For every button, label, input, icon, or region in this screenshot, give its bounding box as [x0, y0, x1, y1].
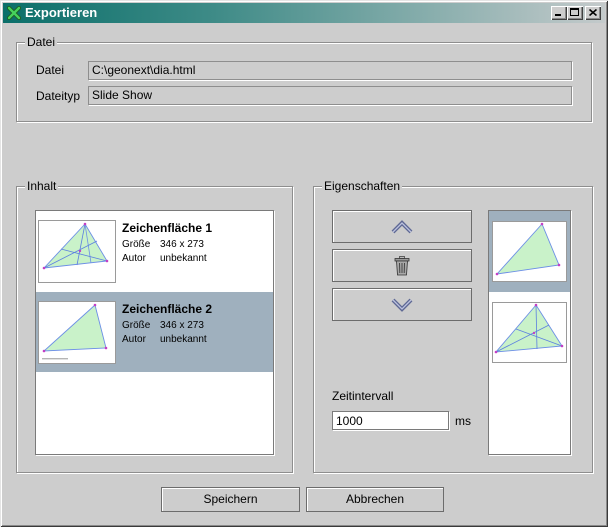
minimize-icon	[555, 14, 561, 16]
close-button[interactable]	[585, 6, 601, 20]
datei-group: Datei Datei C:\geonext\dia.html Dateityp…	[16, 34, 592, 122]
slide-preview-thumbnail	[492, 221, 567, 282]
chevron-down-icon	[391, 298, 413, 312]
slide-preview-list[interactable]	[488, 210, 571, 455]
drawing-list-item[interactable]: Zeichenfläche 1 Größe 346 x 273 Autor un…	[36, 211, 273, 291]
size-label: Größe	[122, 239, 151, 250]
export-dialog: Exportieren Datei Datei C:\geonext\dia.h…	[0, 0, 608, 527]
author-label: Autor	[122, 253, 146, 264]
datei-group-title: Datei	[25, 34, 58, 50]
interval-input[interactable]	[332, 411, 449, 430]
geonext-x-icon	[6, 5, 22, 21]
minimize-button[interactable]	[551, 6, 567, 20]
file-type-field: Slide Show	[88, 86, 572, 105]
author-value: unbekannt	[160, 253, 207, 264]
maximize-button[interactable]	[567, 6, 583, 20]
author-value: unbekannt	[160, 334, 207, 345]
window-title: Exportieren	[25, 5, 98, 20]
eigenschaften-group: Eigenschaften Zeitintervall 1000 ms	[313, 178, 593, 473]
move-up-button[interactable]	[332, 210, 472, 243]
maximize-icon	[570, 8, 579, 16]
close-icon	[589, 9, 597, 16]
size-value: 346 x 273	[160, 320, 204, 331]
title-bar[interactable]: Exportieren	[3, 3, 605, 23]
drawing-list[interactable]: Zeichenfläche 1 Größe 346 x 273 Autor un…	[35, 210, 274, 455]
trash-icon	[394, 255, 410, 275]
move-down-button[interactable]	[332, 288, 472, 321]
save-button[interactable]: Speichern	[161, 487, 300, 512]
drawing-title: Zeichenfläche 1	[122, 221, 213, 235]
cancel-button[interactable]: Abbrechen	[306, 487, 444, 512]
drawing-title: Zeichenfläche 2	[122, 302, 213, 316]
inhalt-group-title: Inhalt	[25, 178, 59, 194]
interval-label: Zeitintervall	[332, 389, 394, 403]
drawing-thumbnail	[38, 301, 116, 364]
eigenschaften-group-title: Eigenschaften	[322, 178, 403, 194]
interval-unit: ms	[455, 414, 471, 428]
slide-preview-item[interactable]	[489, 292, 570, 373]
slide-preview-item[interactable]	[489, 211, 570, 292]
size-value: 346 x 273	[160, 239, 204, 250]
file-type-label: Dateityp	[36, 89, 81, 103]
file-path-field: C:\geonext\dia.html	[88, 61, 572, 80]
author-label: Autor	[122, 334, 146, 345]
delete-button[interactable]	[332, 249, 472, 282]
file-label: Datei	[36, 63, 65, 77]
inhalt-group: Inhalt Zeichenfläche 1 Größe 346 x 273 A…	[16, 178, 293, 473]
chevron-up-icon	[391, 219, 413, 233]
slide-preview-thumbnail	[492, 302, 567, 363]
size-label: Größe	[122, 320, 151, 331]
drawing-list-item[interactable]: Zeichenfläche 2 Größe 346 x 273 Autor un…	[36, 292, 273, 372]
drawing-thumbnail	[38, 220, 116, 283]
